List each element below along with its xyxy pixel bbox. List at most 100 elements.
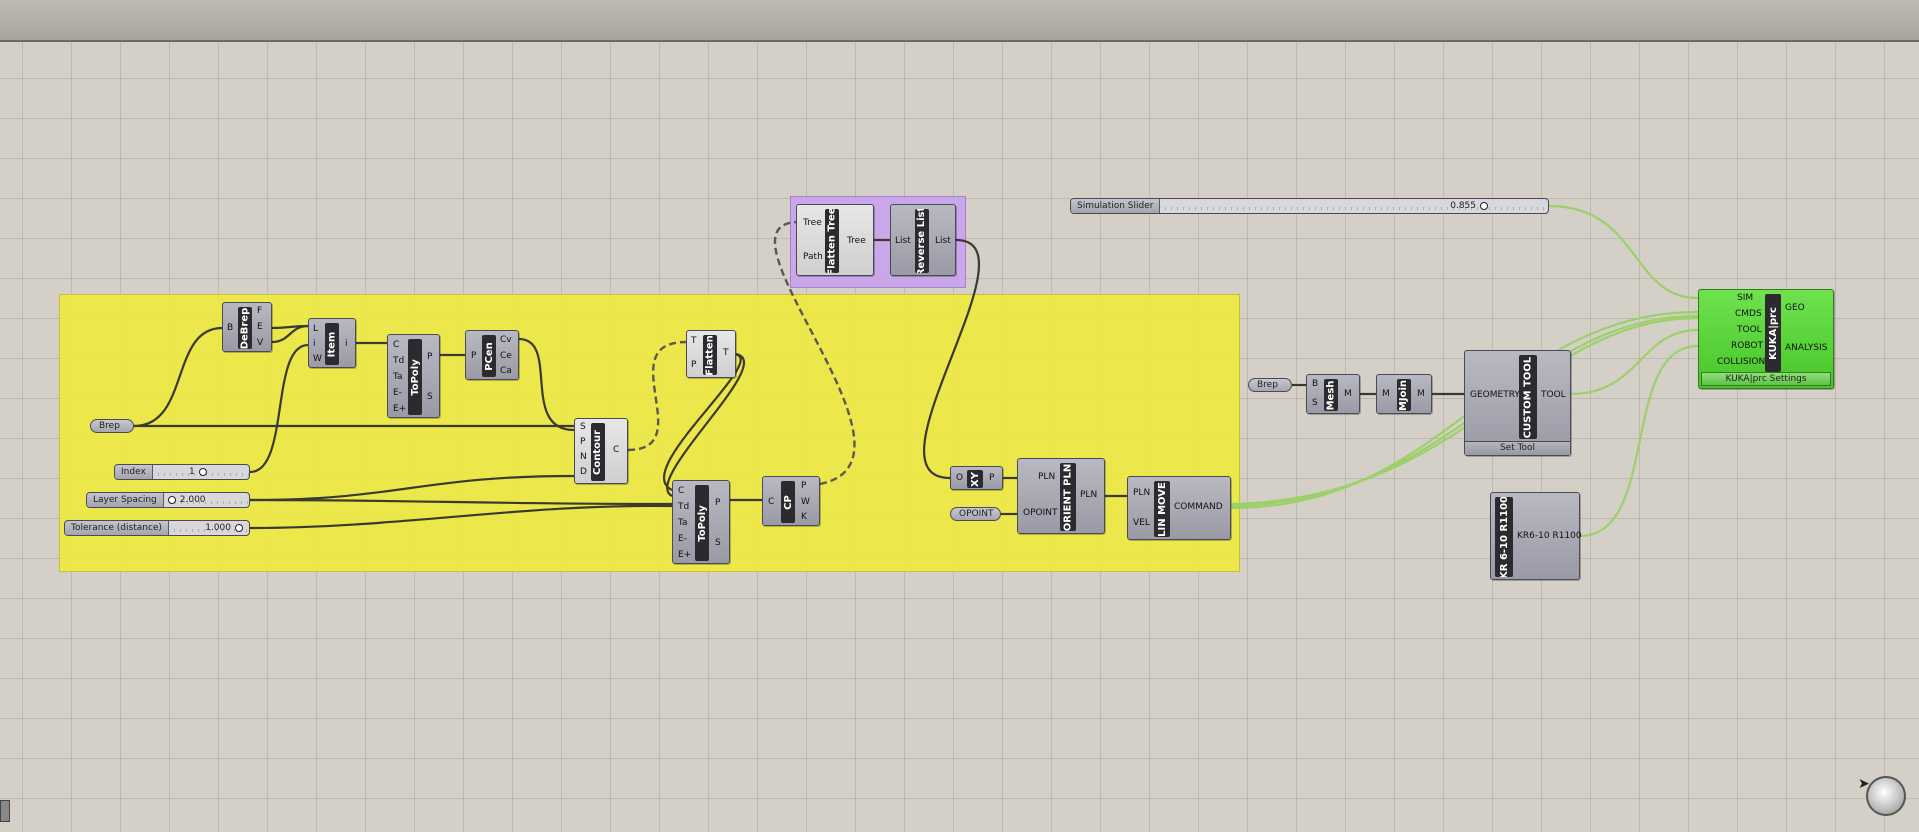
opoint-param[interactable]: OPOINT (950, 507, 1001, 521)
reverselist-title: Reverse List (915, 209, 929, 273)
simulation-slider[interactable]: Simulation Slider 0.855 (1070, 198, 1549, 214)
topoly-component-2[interactable]: C Td Ta E- E+ ToPoly P S (672, 480, 730, 564)
contour-input-p: P (580, 437, 586, 447)
topoly2-output-p: P (715, 498, 721, 508)
topoly1-title: ToPoly (408, 339, 422, 415)
contour-input-s: S (580, 422, 586, 432)
contour-output-c: C (613, 445, 620, 455)
index-slider-track[interactable]: 1 (152, 465, 249, 479)
topoly1-input-eminus: E- (393, 388, 402, 398)
kuka-input-collision: COLLISION (1717, 357, 1766, 367)
mesh-output-m: M (1344, 389, 1352, 399)
reverse-list-component[interactable]: List Reverse List List (890, 204, 956, 276)
flatten-input-p: P (691, 360, 697, 370)
index-slider[interactable]: Index 1 (114, 464, 250, 480)
mesh-title: Mesh (1324, 379, 1338, 411)
linmove-input-pln: PLN (1133, 488, 1151, 498)
tolerance-label: Tolerance (distance) (65, 521, 169, 535)
flatten-component[interactable]: T P Flatten T (686, 330, 736, 378)
xy-title: XY (967, 470, 983, 488)
mjoin-title: MJoin (1397, 379, 1411, 411)
mesh-component[interactable]: B S Mesh M (1306, 374, 1360, 414)
flattentree-title: Flatten Tree (825, 209, 839, 273)
kuka-output-analysis: ANALYSIS (1785, 343, 1828, 353)
layer-spacing-value: 2.000 (179, 495, 206, 505)
tolerance-slider[interactable]: Tolerance (distance) 1.000 (64, 520, 250, 536)
mjoin-input-m: M (1382, 389, 1390, 399)
topoly2-input-ta: Ta (678, 518, 688, 528)
item-component[interactable]: L i W Item i (308, 318, 356, 368)
topoly1-input-td: Td (393, 356, 405, 366)
item-output-i: i (345, 339, 348, 349)
flatten-tree-component[interactable]: Tree Path Flatten Tree Tree (796, 204, 874, 276)
contour-title: Contour (591, 423, 605, 481)
topoly1-input-eplus: E+ (393, 404, 407, 414)
contour-component[interactable]: S P N D Contour C (574, 418, 628, 484)
orient-pln-component[interactable]: PLN OPOINT ORIENT PLN PLN (1017, 458, 1105, 534)
tolerance-track[interactable]: 1.000 (168, 521, 249, 535)
debrep-component[interactable]: B DeBrep F E V (222, 302, 272, 352)
cp-component[interactable]: C CP P W K (762, 476, 820, 526)
topoly1-input-ta: Ta (393, 372, 403, 382)
brep-param[interactable]: Brep (90, 419, 134, 433)
layer-spacing-knob[interactable] (167, 496, 176, 504)
topoly2-input-eplus: E+ (678, 550, 692, 560)
topoly1-output-s: S (427, 392, 433, 402)
pcen-input-p: P (471, 351, 477, 361)
index-slider-knob[interactable] (198, 468, 207, 476)
robot-component[interactable]: KR 6-10 R1100 KR6-10 R1100 (1490, 492, 1582, 580)
topoly-component-1[interactable]: C Td Ta E- E+ ToPoly P S (387, 334, 440, 418)
item-title: Item (325, 323, 339, 365)
canvas-toolbar (0, 0, 1919, 42)
pcen-output-ca: Ca (500, 366, 512, 376)
xy-output-p: P (989, 473, 995, 483)
lin-move-component[interactable]: PLN VEL LIN MOVE COMMAND (1127, 476, 1231, 540)
layer-spacing-slider[interactable]: Layer Spacing 2.000 (86, 492, 250, 508)
kuka-settings-button[interactable]: KUKA|prc Settings (1701, 372, 1831, 386)
layer-spacing-track[interactable]: 2.000 (163, 493, 249, 507)
topoly2-output-s: S (715, 538, 721, 548)
orientpln-input-pln: PLN (1038, 472, 1056, 482)
item-input-l: L (313, 324, 319, 334)
pcen-component[interactable]: P PCen Cv Ce Ca (465, 330, 519, 380)
debrep-output-f: F (257, 306, 263, 316)
kuka-prc-component[interactable]: SIM CMDS TOOL ROBOT COLLISION KUKA|prc G… (1698, 289, 1834, 389)
simulation-slider-knob[interactable] (1480, 202, 1488, 210)
cp-output-w: W (801, 497, 810, 507)
scroll-handle[interactable] (0, 800, 10, 822)
customtool-output-tool: TOOL (1541, 390, 1566, 400)
contour-input-d: D (580, 467, 587, 477)
xy-component[interactable]: O XY P (950, 466, 1003, 490)
kuka-input-sim: SIM (1737, 293, 1754, 303)
brep-param-2[interactable]: Brep (1248, 378, 1292, 392)
kuka-input-cmds: CMDS (1735, 309, 1762, 319)
custom-tool-component[interactable]: GEOMETRY CUSTOM TOOL TOOL Set Tool (1464, 350, 1571, 456)
navigation-sphere-icon[interactable] (1866, 776, 1906, 816)
pcen-output-cv: Cv (500, 335, 512, 345)
pcen-title: PCen (482, 335, 496, 377)
wire-sim-kuka (1548, 204, 1699, 300)
linmove-output-command: COMMAND (1174, 502, 1223, 512)
layer-spacing-label: Layer Spacing (87, 493, 164, 507)
mjoin-component[interactable]: M MJoin M (1376, 374, 1432, 414)
orientpln-input-opoint: OPOINT (1023, 508, 1058, 518)
pcen-output-ce: Ce (500, 351, 512, 361)
topoly2-title: ToPoly (695, 485, 709, 561)
flatten-input-t: T (691, 336, 697, 346)
simulation-slider-label: Simulation Slider (1071, 199, 1161, 213)
wire-robot-kuka (1579, 344, 1699, 538)
index-slider-label: Index (115, 465, 153, 479)
debrep-input-b: B (227, 323, 234, 333)
linmove-title: LIN MOVE (1154, 481, 1170, 537)
topoly2-input-eminus: E- (678, 534, 687, 544)
orientpln-output-pln: PLN (1080, 490, 1098, 500)
robot-title: KR 6-10 R1100 (1495, 497, 1513, 577)
customtool-footer[interactable]: Set Tool (1465, 441, 1570, 455)
simulation-slider-track[interactable]: 0.855 (1160, 199, 1548, 213)
mjoin-output-m: M (1417, 389, 1425, 399)
flattentree-output-tree: Tree (847, 236, 866, 246)
cp-title: CP (781, 481, 795, 523)
topoly1-output-p: P (427, 352, 433, 362)
tolerance-knob[interactable] (235, 524, 243, 532)
cp-output-p: P (801, 481, 807, 491)
